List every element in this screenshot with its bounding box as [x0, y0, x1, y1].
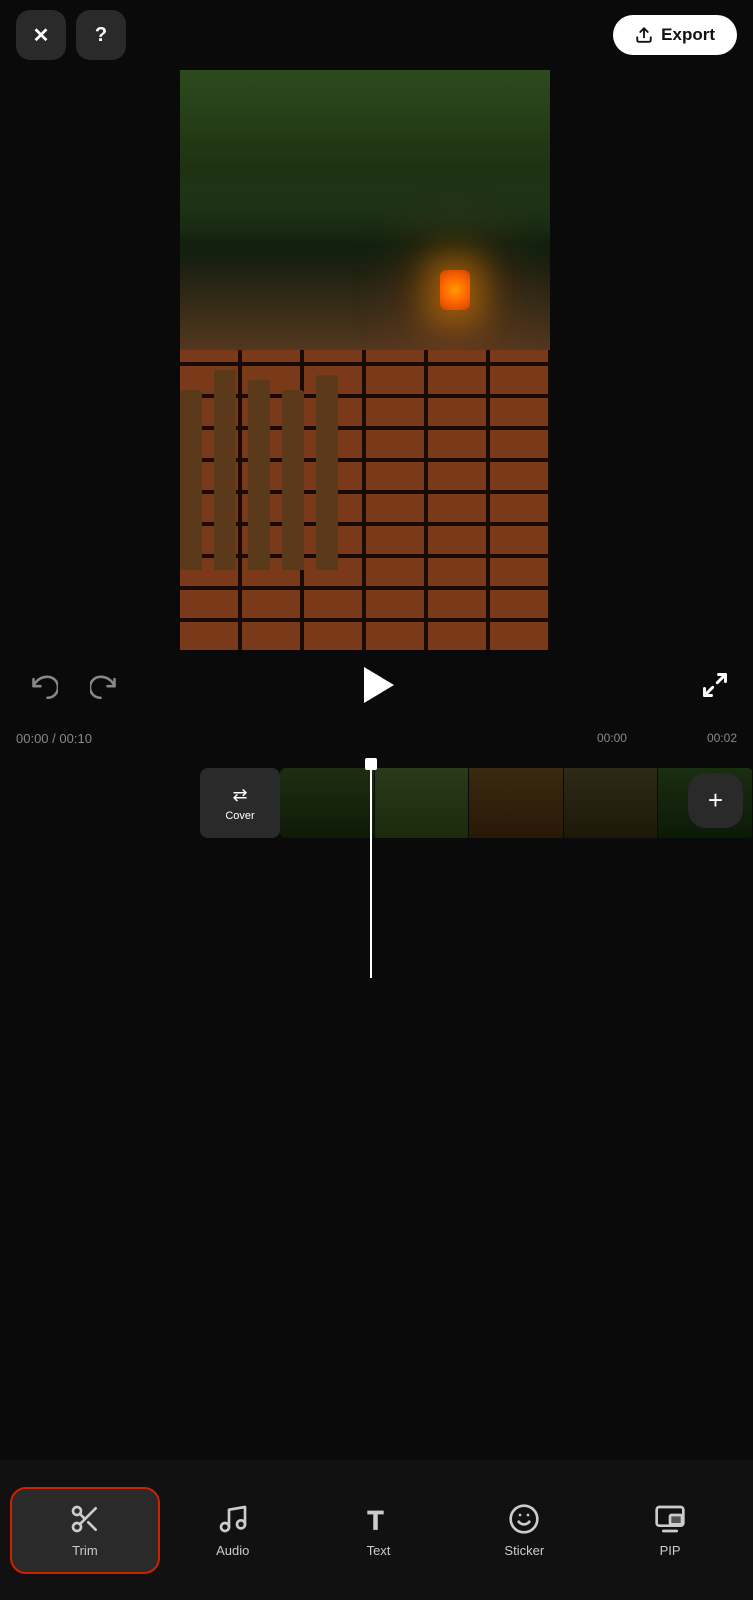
audio-icon: [217, 1503, 249, 1535]
cover-arrows-icon: ⇄: [232, 785, 247, 806]
pip-icon: [654, 1503, 686, 1535]
current-time: 00:00: [16, 731, 49, 746]
foliage-overlay: [180, 70, 550, 270]
fence-post: [316, 375, 338, 570]
play-icon: [364, 667, 394, 703]
playhead-top: [365, 758, 377, 770]
tool-trim[interactable]: Trim: [10, 1487, 160, 1574]
total-time: 00:10: [59, 731, 92, 746]
cover-label: Cover: [225, 810, 254, 822]
video-preview: [180, 70, 550, 650]
text-icon: T: [362, 1503, 394, 1535]
video-frame: [180, 70, 550, 650]
help-button[interactable]: ?: [76, 10, 126, 60]
main-video-clip[interactable]: [280, 768, 753, 838]
clip-frame-4: [564, 768, 659, 838]
playback-controls: [0, 650, 753, 720]
time-display: 00:00 / 00:10: [16, 731, 92, 746]
scissors-icon: [69, 1503, 101, 1535]
fence: [180, 350, 360, 570]
close-button[interactable]: ✕: [16, 10, 66, 60]
lantern-glow: [440, 270, 470, 310]
tool-sticker[interactable]: Sticker: [451, 1489, 597, 1572]
fence-post: [214, 370, 236, 570]
audio-label: Audio: [216, 1543, 249, 1558]
tool-pip[interactable]: PIP: [597, 1489, 743, 1572]
tool-audio[interactable]: Audio: [160, 1489, 306, 1572]
play-button[interactable]: [351, 659, 403, 711]
clip-frame-2: [375, 768, 470, 838]
fence-post: [248, 380, 270, 570]
playhead[interactable]: [370, 758, 372, 978]
timeline-area[interactable]: ⇄ Cover + Add Music: [0, 758, 753, 978]
text-label: Text: [367, 1543, 391, 1558]
redo-button[interactable]: [90, 671, 118, 699]
trim-label: Trim: [72, 1543, 98, 1558]
export-icon: [635, 26, 653, 44]
fence-post: [180, 390, 202, 570]
marker-2: 00:02: [707, 731, 737, 745]
undo-button[interactable]: [30, 671, 58, 699]
cover-clip[interactable]: ⇄ Cover: [200, 768, 280, 838]
timeline-markers: 00:00 00:02: [597, 731, 737, 745]
pip-label: PIP: [660, 1543, 681, 1558]
add-clip-button[interactable]: +: [688, 773, 743, 828]
sticker-icon: [508, 1503, 540, 1535]
sticker-label: Sticker: [504, 1543, 544, 1558]
export-button[interactable]: Export: [613, 15, 737, 55]
clip-frame-1: [280, 768, 375, 838]
svg-text:T: T: [368, 1505, 384, 1534]
bottom-toolbar: Trim Audio T Text Sticker PI: [0, 1460, 753, 1600]
undo-icon: [30, 671, 58, 699]
marker-0: 00:00: [597, 731, 627, 745]
export-label: Export: [661, 25, 715, 45]
header: ✕ ? Export: [0, 0, 753, 70]
header-left-controls: ✕ ?: [16, 10, 126, 60]
fullscreen-button[interactable]: [701, 671, 729, 699]
timeline-bar: 00:00 / 00:10 00:00 00:02: [0, 718, 753, 758]
tool-text[interactable]: T Text: [306, 1489, 452, 1572]
fence-post: [282, 390, 304, 570]
clip-frame-3: [469, 768, 564, 838]
redo-icon: [90, 671, 118, 699]
fullscreen-icon: [701, 671, 729, 699]
